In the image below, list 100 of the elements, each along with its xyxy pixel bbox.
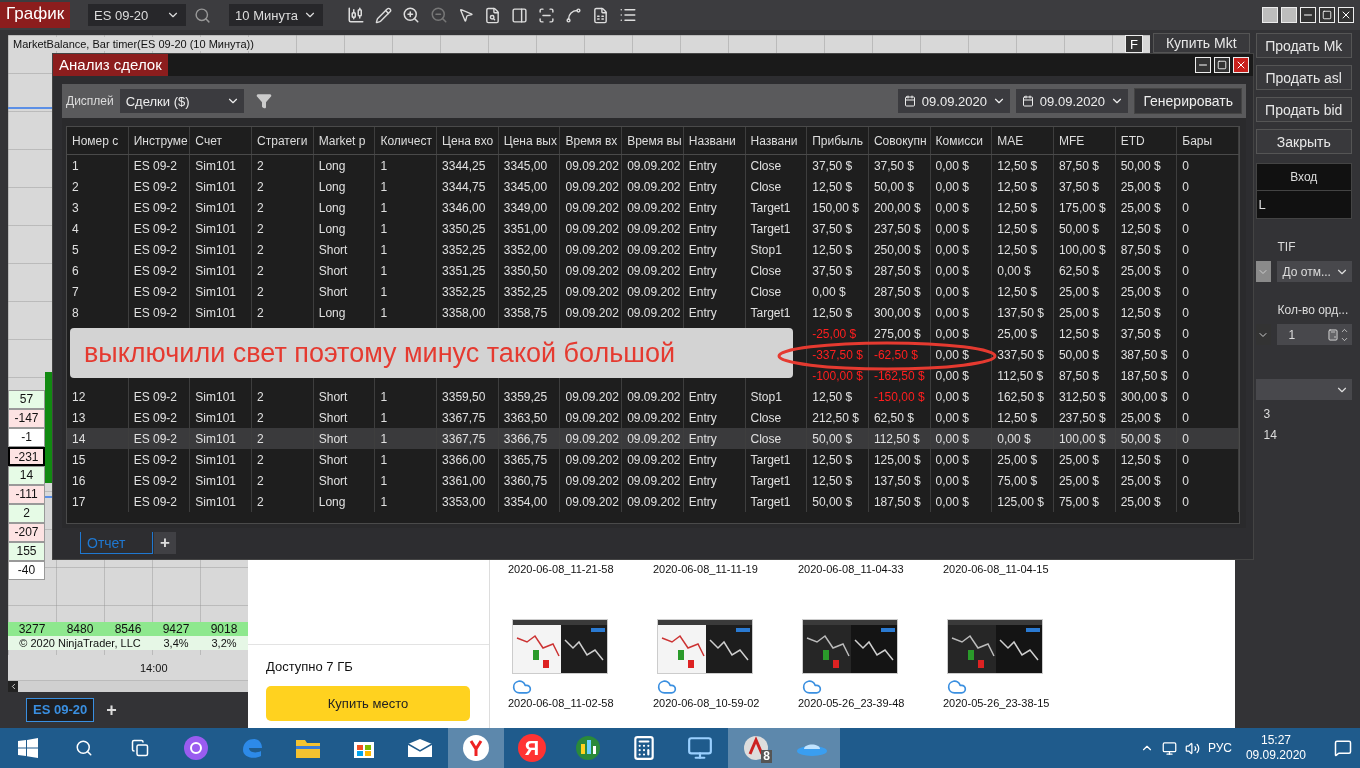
mail-icon[interactable] — [407, 738, 433, 758]
table-cell: 2 — [252, 449, 314, 470]
document-search-icon[interactable] — [484, 6, 502, 24]
table-cell: Short — [313, 428, 376, 449]
search-icon[interactable] — [194, 6, 212, 24]
network-icon[interactable] — [1161, 740, 1177, 756]
time-label: 14:00 — [140, 661, 168, 674]
table-cell: Target1 — [745, 470, 808, 491]
order-button[interactable]: Закрыть — [1255, 129, 1352, 154]
table-cell: 12,50 $ — [992, 197, 1054, 218]
column-header[interactable]: Названи — [683, 127, 746, 154]
table-cell: 50,00 $ — [807, 428, 869, 449]
folder-icon[interactable] — [295, 737, 321, 759]
panel-icon[interactable] — [511, 6, 529, 24]
chart-app-icon[interactable] — [574, 734, 602, 762]
date-to-field[interactable]: 09.09.2020 — [1016, 89, 1129, 113]
pointer-icon[interactable] — [458, 7, 475, 23]
column-header[interactable]: Номер с — [67, 127, 129, 154]
column-header[interactable]: ETD — [1115, 127, 1178, 154]
column-header[interactable]: MFE — [1053, 127, 1116, 154]
start-icon[interactable] — [18, 738, 38, 758]
candlestick-icon[interactable] — [347, 6, 366, 24]
instrument-tab[interactable]: ES 09-20 — [26, 698, 95, 722]
cloud-icon — [802, 677, 822, 697]
language-indicator[interactable]: РУС — [1207, 741, 1232, 755]
column-header[interactable]: MAE — [992, 127, 1054, 154]
table-cell: 09.09.202 — [560, 428, 623, 449]
table-cell: Sim101 — [190, 176, 253, 197]
table-cell: 09.09.202 — [622, 155, 684, 176]
order-button[interactable]: Продать Mk — [1255, 33, 1352, 58]
app-logo-icon[interactable] — [742, 734, 770, 762]
table-cell: 09.09.202 — [560, 239, 623, 260]
add-tab-button[interactable]: + — [154, 532, 176, 554]
column-header[interactable]: Market p — [313, 127, 376, 154]
table-cell: 12,50 $ — [1115, 218, 1178, 239]
table-cell: 1 — [375, 260, 438, 281]
buy-button[interactable]: Купить Mkt — [1153, 33, 1250, 53]
table-cell: Entry — [683, 449, 746, 470]
date-from-field[interactable]: 09.09.2020 — [898, 89, 1011, 113]
calculator-icon[interactable] — [631, 735, 657, 761]
volume-icon[interactable] — [1184, 740, 1200, 756]
table-cell: 25,00 $ — [1115, 281, 1178, 302]
table-cell: 337,50 $ — [992, 344, 1054, 365]
trading-app-button[interactable]: 8 — [728, 728, 784, 768]
calendar-icon[interactable] — [1022, 95, 1035, 107]
column-header[interactable]: Названи — [745, 127, 808, 154]
order-button[interactable]: Продать bid — [1255, 97, 1352, 122]
interval-dropdown[interactable]: 10 Минута — [229, 4, 324, 26]
document-icon[interactable] — [592, 6, 610, 24]
table-cell: 3366,00 — [437, 449, 499, 470]
line-chart-icon[interactable] — [565, 6, 583, 24]
order-button[interactable]: Продать asl — [1255, 65, 1352, 90]
selected-row[interactable]: 14 ES 09-2 Sim101 2 Short 1 3367,75 3366,75 09.09.202 09.09.202 Entry Close 50,00 $ 112,50 $ 0,00 $ 0,00 $ 100,00 $ 50,00 $ 0 — [67, 428, 1239, 449]
column-header[interactable]: Цена вых — [498, 127, 561, 154]
column-header[interactable]: Бары — [1177, 127, 1239, 154]
table-cell: 12,50 $ — [1053, 323, 1116, 344]
search-icon[interactable] — [75, 739, 93, 757]
column-header[interactable]: Совокупн — [868, 127, 931, 154]
generate-button[interactable]: Генерировать — [1134, 88, 1242, 114]
quantity-value: 1 — [1287, 327, 1296, 342]
column-header[interactable]: Время вы — [622, 127, 684, 154]
column-header[interactable]: Количест — [375, 127, 438, 154]
monitor-icon[interactable] — [687, 735, 713, 761]
chart-tab[interactable]: График — [0, 2, 71, 28]
column-header[interactable]: Стратеги — [252, 127, 314, 154]
volume-value: 3277 — [17, 622, 47, 636]
table-cell: Entry — [683, 281, 746, 302]
clock[interactable]: 15:27 09.09.2020 — [1245, 733, 1306, 763]
table-cell: 2 — [252, 260, 314, 281]
display-dropdown[interactable]: Сделки ($) — [119, 89, 244, 113]
search-app-icon[interactable]: Я — [518, 734, 546, 762]
column-header[interactable]: Время вх — [560, 127, 623, 154]
buy-space-button[interactable]: Купить место — [266, 686, 470, 721]
column-header[interactable]: Инструме — [128, 127, 191, 154]
filter-icon[interactable] — [255, 93, 272, 109]
file-name: 2020-06-08_11-04-33 — [798, 563, 904, 575]
quantity-field[interactable]: 1 — [1276, 324, 1352, 345]
calculator-icon[interactable] — [1327, 328, 1339, 341]
notifications-icon[interactable] — [1334, 739, 1352, 757]
task-view-icon[interactable] — [131, 739, 149, 757]
table-cell: 1 — [375, 176, 438, 197]
column-header[interactable]: Комисси — [930, 127, 993, 154]
browser-icon[interactable] — [462, 734, 490, 762]
column-header[interactable]: Счет — [190, 127, 253, 154]
column-header[interactable]: Цена вхо — [437, 127, 499, 154]
instrument-dropdown[interactable]: ES 09-20 — [88, 4, 187, 26]
table-cell: 75,00 $ — [992, 470, 1054, 491]
bars-frame-icon[interactable] — [538, 6, 556, 24]
assistant-icon[interactable] — [183, 735, 209, 761]
add-tab-button[interactable]: + — [102, 699, 121, 721]
zoom-in-icon[interactable] — [402, 6, 421, 24]
tif-dropdown[interactable]: До отм... — [1276, 261, 1352, 282]
table-cell: 16 — [67, 470, 129, 491]
zoom-out-icon[interactable] — [430, 6, 449, 24]
dropdown[interactable] — [1255, 261, 1271, 282]
f-button[interactable]: F — [1125, 35, 1143, 53]
column-header[interactable]: Прибыль — [807, 127, 869, 154]
list-icon[interactable] — [619, 6, 638, 24]
calendar-icon[interactable] — [904, 95, 917, 107]
pencil-icon[interactable] — [375, 6, 393, 24]
